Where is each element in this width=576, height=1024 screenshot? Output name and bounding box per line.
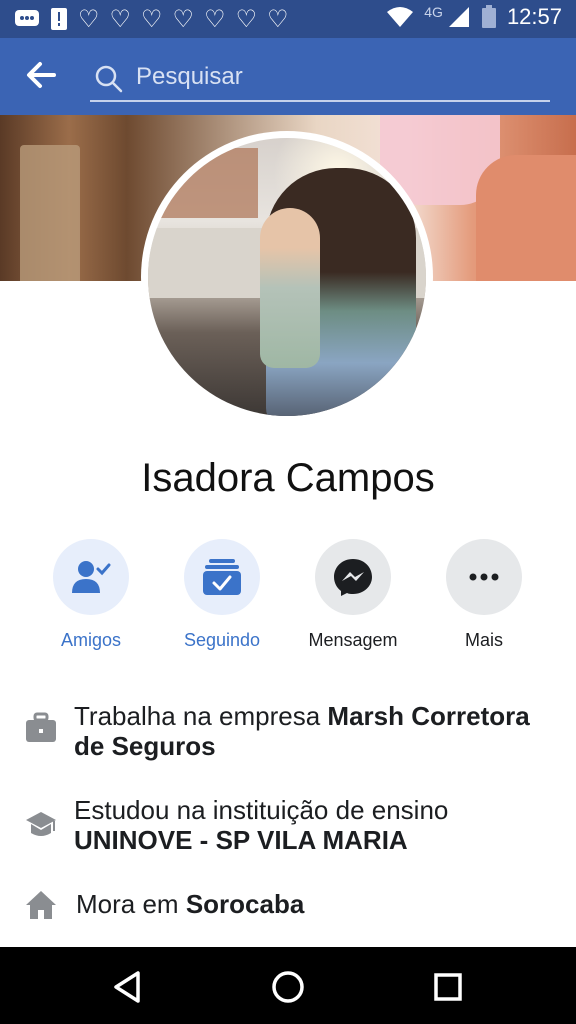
- square-recents-icon: [434, 973, 462, 1001]
- status-bar: ♡ ♡ ♡ ♡ ♡ ♡ ♡ 4G 12:57: [0, 0, 576, 38]
- message-icon: [15, 10, 39, 26]
- briefcase-icon: [26, 712, 56, 742]
- profile-picture[interactable]: [141, 131, 433, 423]
- messenger-icon: [334, 559, 372, 596]
- app-bar: [0, 38, 576, 115]
- triangle-back-icon: [114, 971, 140, 1003]
- back-button[interactable]: [24, 58, 64, 96]
- following-label: Seguindo: [183, 630, 261, 650]
- home-value: Sorocaba: [185, 889, 305, 919]
- more-button[interactable]: Mais: [419, 539, 549, 651]
- alert-icon: [51, 8, 67, 30]
- following-check-icon: [203, 559, 241, 595]
- search-input[interactable]: [134, 58, 538, 96]
- nav-back-button[interactable]: [108, 967, 148, 1007]
- heart-notification-icon: ♡: [78, 5, 100, 33]
- heart-notification-icon: ♡: [267, 5, 289, 33]
- home-info[interactable]: Mora em Sorocaba: [24, 889, 554, 923]
- friends-check-icon: [72, 561, 111, 593]
- education-prefix: Estudou na instituição de ensino: [74, 795, 449, 825]
- system-status: 4G 12:57: [386, 4, 562, 30]
- wifi-icon: [387, 7, 414, 27]
- network-type: 4G: [424, 4, 443, 20]
- arrow-left-icon: [27, 62, 56, 88]
- education-info[interactable]: Estudou na instituição de ensino UNINOVE…: [24, 795, 554, 859]
- search-icon: [95, 65, 123, 93]
- battery-icon: [481, 5, 496, 28]
- friends-button[interactable]: Amigos: [26, 539, 156, 651]
- friends-label: Amigos: [60, 630, 122, 650]
- nav-recents-button[interactable]: [428, 967, 468, 1007]
- navigation-bar: [0, 947, 576, 1024]
- work-prefix: Trabalha na empresa: [74, 701, 328, 731]
- following-button[interactable]: Seguindo: [157, 539, 287, 651]
- heart-notification-icon: ♡: [172, 5, 195, 33]
- notification-icons: ♡ ♡ ♡ ♡ ♡ ♡ ♡: [14, 6, 289, 32]
- heart-notification-icon: ♡: [141, 5, 163, 33]
- work-info[interactable]: Trabalha na empresa Marsh Corretora de S…: [24, 701, 554, 765]
- circle-home-icon: [272, 971, 304, 1003]
- nav-home-button[interactable]: [268, 967, 308, 1007]
- profile-name: Isadora Campos: [141, 456, 435, 500]
- house-icon: [26, 891, 56, 919]
- message-button[interactable]: Mensagem: [288, 539, 418, 651]
- clock: 12:57: [506, 4, 562, 29]
- heart-notification-icon: ♡: [109, 5, 132, 33]
- signal-icon: [448, 7, 469, 27]
- graduation-cap-icon: [26, 812, 56, 836]
- message-label: Mensagem: [308, 630, 398, 650]
- heart-notification-icon: ♡: [204, 5, 226, 33]
- more-label: Mais: [464, 630, 503, 650]
- more-dots-icon: [469, 573, 499, 581]
- home-prefix: Mora em: [76, 889, 186, 919]
- heart-notification-icon: ♡: [235, 5, 258, 33]
- search-bar[interactable]: [90, 54, 550, 102]
- education-value: UNINOVE - SP VILA MARIA: [74, 825, 408, 855]
